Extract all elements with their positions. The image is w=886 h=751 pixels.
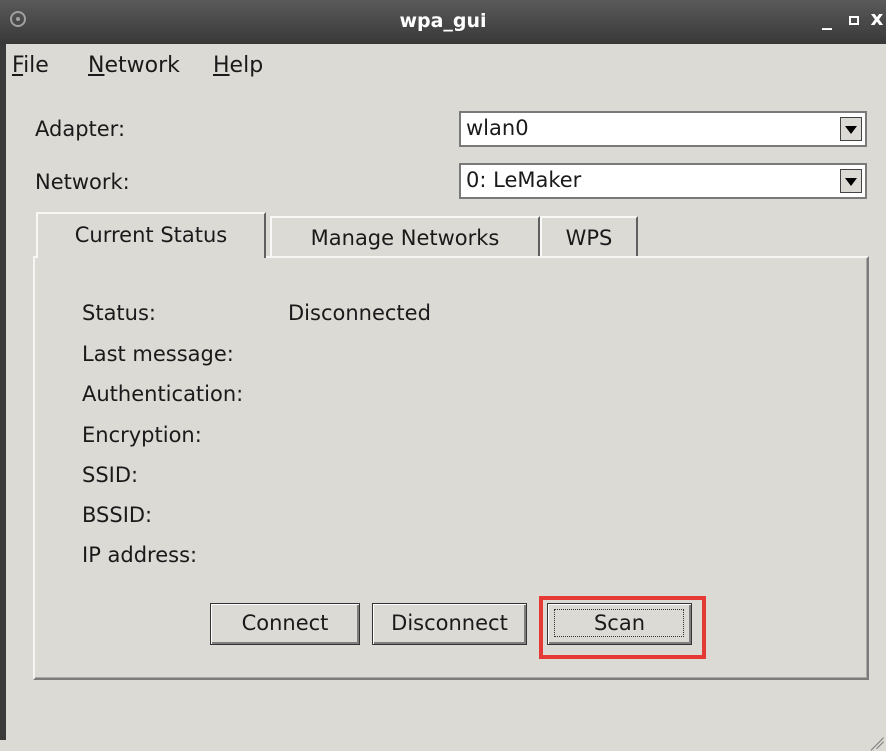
network-select[interactable]: 0: LeMaker: [459, 163, 867, 199]
network-label: Network:: [35, 170, 130, 194]
chevron-down-icon[interactable]: [840, 169, 862, 193]
status-label: Status:: [82, 301, 156, 325]
authentication-label: Authentication:: [82, 382, 244, 406]
connect-button[interactable]: Connect: [210, 603, 360, 645]
window-title: wpa_gui: [399, 10, 487, 32]
adapter-select[interactable]: wlan0: [459, 111, 867, 147]
status-value: Disconnected: [288, 301, 431, 325]
scan-button[interactable]: Scan: [547, 603, 692, 645]
adapter-label: Adapter:: [35, 117, 126, 141]
close-button[interactable]: x: [868, 6, 886, 30]
chevron-down-icon[interactable]: [840, 117, 862, 141]
adapter-value: wlan0: [466, 116, 529, 140]
menu-network[interactable]: Network: [88, 53, 180, 78]
tab-manage-networks[interactable]: Manage Networks: [270, 216, 540, 256]
ip-address-label: IP address:: [82, 543, 198, 567]
menu-bar: File Network Help: [6, 48, 886, 86]
bssid-label: BSSID:: [82, 503, 153, 527]
maximize-icon: [849, 16, 859, 25]
title-bar[interactable]: wpa_gui _ x: [0, 0, 886, 44]
ssid-label: SSID:: [82, 463, 139, 487]
resize-grip-icon[interactable]: [870, 724, 884, 738]
network-value: 0: LeMaker: [466, 168, 582, 192]
minimize-button[interactable]: _: [818, 6, 836, 30]
last-message-label: Last message:: [82, 342, 234, 366]
maximize-button[interactable]: [845, 6, 863, 30]
focus-indicator: [554, 609, 684, 637]
tab-wps[interactable]: WPS: [540, 216, 638, 256]
window-border: [0, 44, 6, 740]
tab-current-status[interactable]: Current Status: [36, 212, 266, 258]
disconnect-button[interactable]: Disconnect: [372, 603, 527, 645]
encryption-label: Encryption:: [82, 423, 202, 447]
menu-file[interactable]: File: [12, 53, 49, 78]
menu-help[interactable]: Help: [213, 53, 263, 78]
